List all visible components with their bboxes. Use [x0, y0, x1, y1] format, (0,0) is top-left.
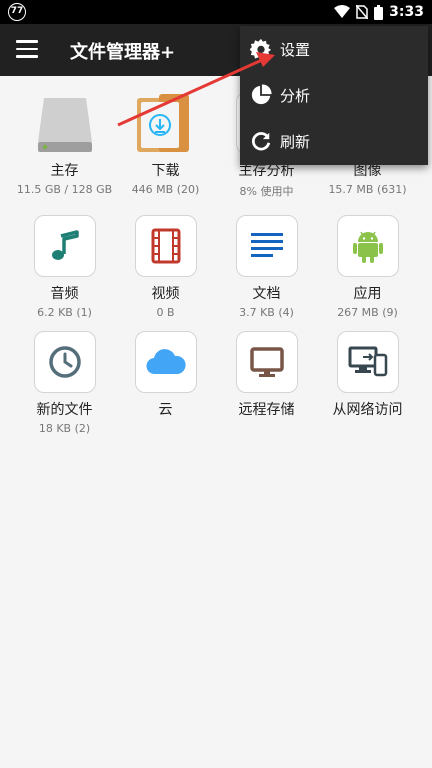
menu-item-label: 设置 [280, 41, 311, 59]
tile-downloads[interactable]: 下载 446 MB (20) [115, 92, 216, 196]
network-devices-icon [336, 331, 399, 393]
battery-icon [374, 4, 384, 20]
tile-name: 视频 [151, 286, 180, 302]
refresh-icon [252, 132, 271, 151]
tile-subtitle: 8% 使用中 [239, 185, 294, 198]
tile-subtitle: 15.7 MB (631) [328, 183, 407, 196]
tile-subtitle: 267 MB (9) [337, 306, 398, 319]
tile-cloud[interactable]: 云 [115, 331, 216, 422]
film-strip-icon [134, 215, 197, 277]
tile-audio[interactable]: 音频 6.2 KB (1) [14, 215, 115, 319]
monitor-icon [235, 331, 298, 393]
tile-subtitle: 446 MB (20) [131, 183, 200, 196]
hard-drive-icon [34, 92, 96, 154]
no-sim-icon [356, 5, 369, 19]
download-folder-icon [135, 92, 197, 154]
tile-network-access[interactable]: 从网络访问 [317, 331, 418, 422]
clock-icon [33, 331, 96, 393]
clock-time: 3:33 [389, 4, 424, 20]
tile-name: 云 [158, 402, 173, 418]
tile-name: 远程存储 [238, 402, 295, 418]
menu-item-settings[interactable]: 设置 [240, 26, 428, 72]
tile-name: 主存 [50, 163, 79, 179]
menu-item-label: 刷新 [280, 133, 311, 151]
tile-video[interactable]: 视频 0 B [115, 215, 216, 319]
tile-primary-storage[interactable]: 主存 11.5 GB / 128 GB [14, 92, 115, 196]
tile-name: 新的文件 [36, 402, 93, 418]
tile-name: 文档 [252, 286, 281, 302]
tile-recent-files[interactable]: 新的文件 18 KB (2) [14, 331, 115, 435]
tile-remote-storage[interactable]: 远程存储 [216, 331, 317, 422]
document-lines-icon [235, 215, 298, 277]
wifi-icon [334, 5, 351, 18]
tile-name: 应用 [353, 286, 382, 302]
status-bar: 77 3:33 [0, 0, 432, 24]
tile-name: 音频 [50, 286, 79, 302]
notification-badge-icon: 77 [8, 3, 26, 21]
tile-subtitle: 18 KB (2) [38, 422, 91, 435]
android-icon [336, 215, 399, 277]
status-icons: 3:33 [334, 2, 424, 22]
hamburger-menu-icon[interactable] [16, 40, 38, 58]
tile-subtitle: 3.7 KB (4) [239, 306, 294, 319]
tile-subtitle: 6.2 KB (1) [37, 306, 92, 319]
menu-item-label: 分析 [280, 87, 311, 105]
tile-documents[interactable]: 文档 3.7 KB (4) [216, 215, 317, 319]
tile-subtitle: 0 B [156, 306, 175, 319]
gear-icon [250, 38, 272, 60]
menu-item-analyze[interactable]: 分析 [240, 72, 428, 118]
tile-name: 下载 [151, 163, 180, 179]
overflow-menu: 设置 分析 刷新 [240, 26, 428, 165]
menu-item-refresh[interactable]: 刷新 [240, 118, 428, 164]
tile-subtitle: 11.5 GB / 128 GB [16, 183, 113, 196]
tile-name: 从网络访问 [332, 402, 403, 418]
tile-apps[interactable]: 应用 267 MB (9) [317, 215, 418, 319]
music-note-icon [33, 215, 96, 277]
cloud-icon [134, 331, 197, 393]
app-title: 文件管理器+ [70, 42, 176, 63]
pie-chart-icon [251, 84, 272, 105]
